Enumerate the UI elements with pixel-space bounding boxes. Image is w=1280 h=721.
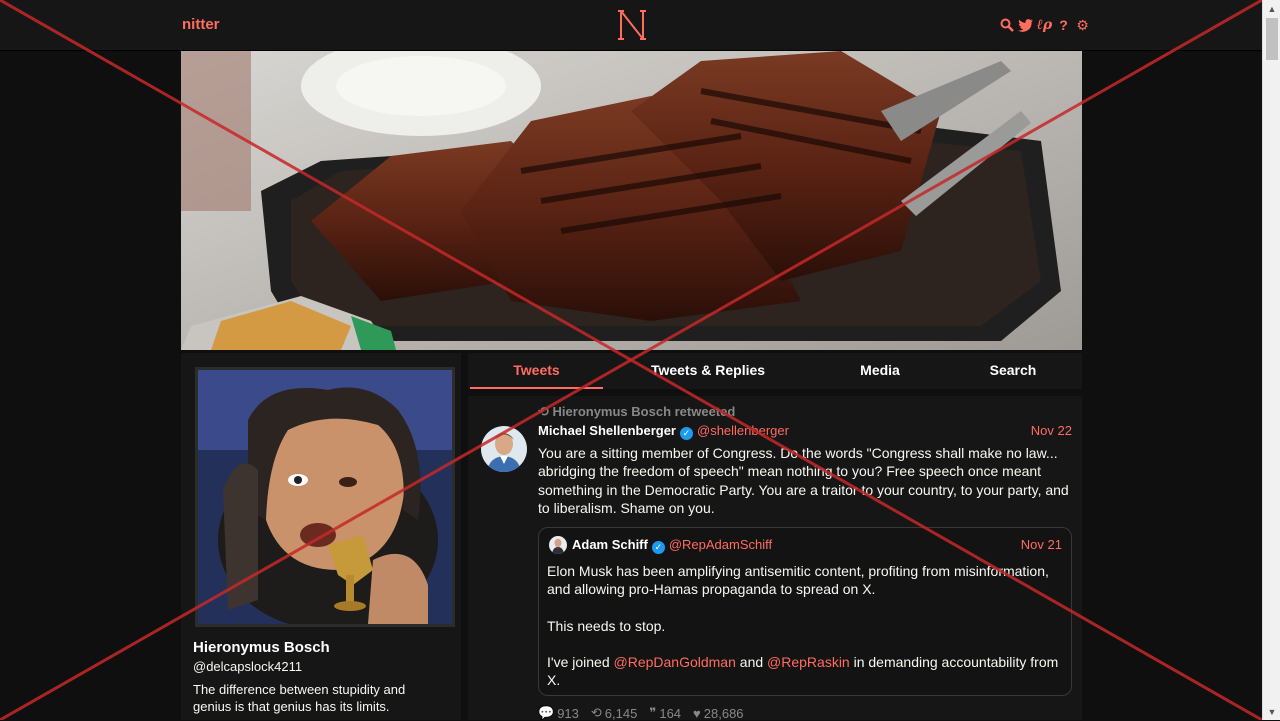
comment-icon: 💬: [538, 705, 555, 720]
verified-badge-icon: ✓: [651, 541, 665, 554]
tweet-avatar[interactable]: [481, 426, 527, 472]
profile-username[interactable]: @delcapslock4211: [193, 659, 302, 674]
search-icon[interactable]: [999, 16, 1014, 34]
page-scrollbar[interactable]: ▲ ▼: [1262, 0, 1280, 720]
heart-icon: ♥: [693, 705, 701, 721]
scroll-down-arrow-icon[interactable]: ▼: [1263, 703, 1280, 720]
tweet-date[interactable]: Nov 22: [1031, 423, 1072, 438]
nitter-logo-icon[interactable]: [617, 7, 647, 43]
quote-text: I've joined: [547, 653, 614, 670]
gear-icon[interactable]: ⚙: [1075, 16, 1090, 34]
tab-media[interactable]: Media: [820, 353, 940, 387]
avatar-image: [198, 370, 452, 624]
retweet-header: ⟲ Hieronymus Bosch retweeted: [538, 404, 735, 420]
twitter-bird-icon[interactable]: [1018, 16, 1033, 34]
profile-fullname[interactable]: Hieronymus Bosch: [193, 639, 330, 656]
verified-badge-icon: ✓: [680, 427, 693, 440]
tweet-avatar-image: [481, 426, 527, 472]
quote-tweet[interactable]: Adam Schiff ✓ @RepAdamSchiff Nov 21 Elon M…: [538, 527, 1072, 696]
quotes-stat[interactable]: ❞ 164: [649, 705, 681, 721]
retweet-icon: ⟲: [590, 705, 602, 720]
quote-avatar-image: [549, 536, 567, 554]
tweet-body: You are a sitting member of Congress. Do…: [538, 445, 1069, 516]
banner-image: [181, 51, 1082, 350]
info-icon[interactable]: ?: [1056, 16, 1071, 34]
likes-stat[interactable]: ♥ 28,686: [693, 705, 743, 721]
quote-paragraph: Elon Musk has been amplifying antisemiti…: [547, 563, 1049, 598]
retweets-count: 6,145: [604, 705, 638, 721]
profile-bio: The difference between stupidity and gen…: [193, 682, 406, 714]
replies-count: 913: [557, 705, 579, 721]
mention-link[interactable]: @RepRaskin: [767, 654, 850, 670]
tweet-header: Michael Shellenberger ✓ @shellenberger Nov…: [538, 423, 1072, 441]
quote-body: Elon Musk has been amplifying antisemiti…: [547, 562, 1061, 707]
rss-icon[interactable]: ℓρ: [1037, 16, 1052, 34]
quote-paragraph: This needs to stop.: [547, 617, 666, 634]
brand-link[interactable]: nitter: [182, 16, 220, 33]
likes-count: 28,686: [703, 705, 744, 721]
mention-link[interactable]: @RepDanGoldman: [614, 654, 736, 670]
quote-author-handle[interactable]: @RepAdamSchiff: [669, 537, 772, 552]
scroll-up-arrow-icon[interactable]: ▲: [1263, 0, 1280, 17]
top-navbar: nitter ℓρ ? ⚙: [0, 0, 1262, 51]
tweet-author-name[interactable]: Michael Shellenberger: [538, 423, 676, 438]
quote-icon: ❞: [649, 705, 657, 720]
scroll-thumb[interactable]: [1266, 18, 1278, 60]
quote-header: Adam Schiff ✓ @RepAdamSchiff Nov 21: [572, 537, 1062, 555]
profile-card: Hieronymus Bosch @delcapslock4211 The di…: [181, 353, 461, 720]
tweet-stats: 💬 913 ⟲ 6,145 ❞ 164 ♥ 28,686: [538, 705, 744, 721]
retweet-icon: ⟲: [538, 404, 549, 419]
tweet-author-handle[interactable]: @shellenberger: [697, 423, 789, 438]
quote-paragraph: I've joined @RepDanGoldman and @RepRaski…: [547, 653, 1061, 690]
tab-search[interactable]: Search: [958, 353, 1068, 387]
quote-date[interactable]: Nov 21: [1021, 537, 1062, 552]
quote-avatar[interactable]: [549, 536, 567, 554]
avatar[interactable]: [195, 367, 455, 627]
retweets-stat[interactable]: ⟲ 6,145: [591, 705, 637, 721]
tab-tweets-replies[interactable]: Tweets & Replies: [628, 353, 788, 387]
timeline-item[interactable]: ⟲ Hieronymus Bosch retweeted Michael She…: [468, 396, 1082, 721]
quotes-count: 164: [659, 705, 682, 721]
replies-stat[interactable]: 💬 913: [538, 705, 579, 721]
timeline-tabs: Tweets Tweets & Replies Media Search: [468, 353, 1082, 389]
tab-tweets[interactable]: Tweets: [470, 353, 603, 389]
nav-icons: ℓρ ? ⚙: [999, 16, 1090, 34]
profile-banner[interactable]: [181, 51, 1082, 350]
quote-text: and: [735, 653, 768, 670]
retweet-header-text: Hieronymus Bosch retweeted: [552, 404, 736, 419]
quote-author-name[interactable]: Adam Schiff: [572, 537, 648, 552]
